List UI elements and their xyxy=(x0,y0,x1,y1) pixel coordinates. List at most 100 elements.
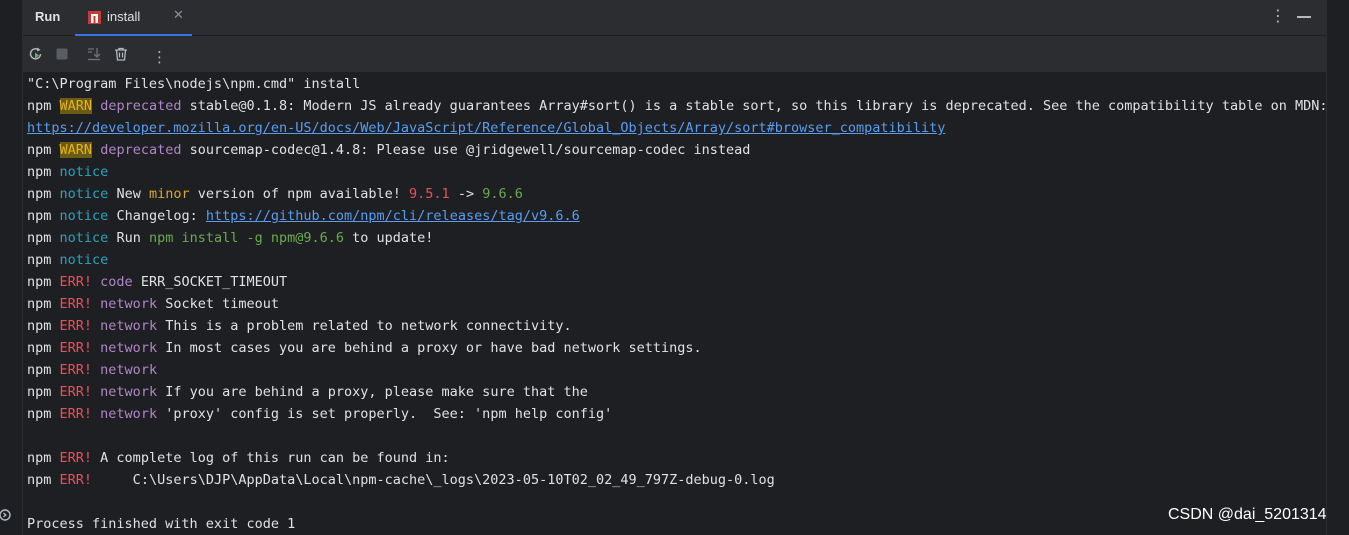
debug-console-icon[interactable] xyxy=(0,508,14,522)
err-tag: ERR! xyxy=(59,384,93,400)
npm-prefix: npm xyxy=(27,450,52,466)
npm-prefix: npm xyxy=(27,406,52,422)
arrow-text: -> xyxy=(449,186,483,202)
error-message: If you are behind a proxy, please make s… xyxy=(157,384,588,400)
notice-text: to update! xyxy=(344,230,434,246)
console-line: npm ERR! network If you are behind a pro… xyxy=(27,381,588,403)
npm-icon xyxy=(88,11,101,24)
deprecated-tag: deprecated xyxy=(100,142,182,158)
notice-text: New xyxy=(108,186,149,202)
tab-install[interactable]: install ✕ xyxy=(75,0,192,36)
error-message: 'proxy' config is set properly. See: 'np… xyxy=(157,406,613,422)
console-output[interactable]: "C:\Program Files\nodejs\npm.cmd" instal… xyxy=(23,72,1327,535)
error-message: In most cases you are behind a proxy or … xyxy=(157,340,702,356)
console-line: npm ERR! network This is a problem relat… xyxy=(27,315,572,337)
update-command: npm install -g npm@9.6.6 xyxy=(148,230,345,246)
network-label: network xyxy=(92,318,158,334)
code-label: code xyxy=(92,274,133,290)
warn-tag: WARN xyxy=(59,98,93,114)
console-line: npm ERR! code ERR_SOCKET_TIMEOUT xyxy=(27,271,287,293)
err-tag: ERR! xyxy=(59,362,93,378)
npm-prefix: npm xyxy=(27,142,52,158)
error-code: ERR_SOCKET_TIMEOUT xyxy=(132,274,288,290)
console-line: npm ERR! network In most cases you are b… xyxy=(27,337,702,359)
error-message: This is a problem related to network con… xyxy=(157,318,572,334)
console-line: "C:\Program Files\nodejs\npm.cmd" instal… xyxy=(27,73,360,95)
left-tool-strip xyxy=(0,0,23,535)
err-tag: ERR! xyxy=(59,450,93,466)
npm-prefix: npm xyxy=(27,296,52,312)
mdn-link[interactable]: https://developer.mozilla.org/en-US/docs… xyxy=(27,120,945,136)
npm-prefix: npm xyxy=(27,230,52,246)
warn-tag: WARN xyxy=(59,142,93,158)
log-path: C:\Users\DJP\AppData\Local\npm-cache\_lo… xyxy=(92,472,775,488)
new-version: 9.6.6 xyxy=(482,186,523,202)
notice-text: version of npm available! xyxy=(189,186,410,202)
err-tag: ERR! xyxy=(59,406,93,422)
network-label: network xyxy=(92,340,158,356)
more-icon[interactable]: ⋮ xyxy=(1270,6,1286,26)
run-tool-window: Run install ✕ ⋮ ⋮ "C:\Program Files\node… xyxy=(23,0,1327,535)
notice-tag: notice xyxy=(59,186,109,202)
console-line: npm notice xyxy=(27,161,108,183)
error-message: Socket timeout xyxy=(157,296,279,312)
notice-tag: notice xyxy=(59,208,109,224)
console-line: npm ERR! network 'proxy' config is set p… xyxy=(27,403,612,425)
notice-tag: notice xyxy=(59,230,109,246)
minimize-icon[interactable] xyxy=(1297,16,1311,18)
console-line: Process finished with exit code 1 xyxy=(27,513,295,535)
network-label: network xyxy=(92,362,158,378)
console-line: npm WARN deprecated stable@0.1.8: Modern… xyxy=(27,95,1327,117)
run-panel-title: Run xyxy=(35,9,61,24)
console-line: npm ERR! A complete log of this run can … xyxy=(27,447,450,469)
npm-prefix: npm xyxy=(27,472,52,488)
err-tag: ERR! xyxy=(59,296,93,312)
err-tag: ERR! xyxy=(59,318,93,334)
npm-prefix: npm xyxy=(27,340,52,356)
minor-label: minor xyxy=(148,186,190,202)
changelog-link[interactable]: https://github.com/npm/cli/releases/tag/… xyxy=(206,208,580,224)
console-line: npm WARN deprecated sourcemap-codec@1.4.… xyxy=(27,139,750,161)
rerun-icon[interactable] xyxy=(28,46,44,62)
close-icon[interactable]: ✕ xyxy=(173,8,184,23)
console-line: npm notice Run npm install -g npm@9.6.6 … xyxy=(27,227,433,249)
watermark: CSDN @dai_5201314 xyxy=(1168,506,1327,523)
console-line: npm notice New minor version of npm avai… xyxy=(27,183,523,205)
notice-tag: notice xyxy=(59,252,109,268)
right-tool-strip xyxy=(1326,0,1349,535)
console-line: npm ERR! C:\Users\DJP\AppData\Local\npm-… xyxy=(27,469,775,491)
console-line: https://developer.mozilla.org/en-US/docs… xyxy=(27,117,945,139)
changelog-label: Changelog: xyxy=(108,208,206,224)
command-text: "C:\Program Files\nodejs\npm.cmd" instal… xyxy=(27,76,361,92)
npm-prefix: npm xyxy=(27,186,52,202)
err-tag: ERR! xyxy=(59,340,93,356)
deprecated-tag: deprecated xyxy=(100,98,182,114)
npm-prefix: npm xyxy=(27,384,52,400)
run-toolbar: ⋮ xyxy=(23,37,1326,72)
network-label: network xyxy=(92,296,158,312)
tab-label: install xyxy=(107,9,141,24)
scroll-to-end-icon[interactable] xyxy=(86,46,102,62)
console-line: npm ERR! network Socket timeout xyxy=(27,293,279,315)
notice-text: Run xyxy=(108,230,149,246)
npm-prefix: npm xyxy=(27,252,52,268)
stop-icon[interactable] xyxy=(54,46,70,62)
npm-prefix: npm xyxy=(27,164,52,180)
network-label: network xyxy=(92,406,158,422)
npm-prefix: npm xyxy=(27,208,52,224)
npm-prefix: npm xyxy=(27,318,52,334)
clear-all-icon[interactable] xyxy=(113,46,129,62)
err-tag: ERR! xyxy=(59,472,93,488)
exit-message: Process finished with exit code 1 xyxy=(27,516,296,532)
console-line: npm notice Changelog: https://github.com… xyxy=(27,205,580,227)
more-icon[interactable]: ⋮ xyxy=(152,50,167,65)
console-line: npm notice xyxy=(27,249,108,271)
old-version: 9.5.1 xyxy=(409,186,450,202)
warn-message: sourcemap-codec@1.4.8: Please use @jridg… xyxy=(181,142,751,158)
npm-prefix: npm xyxy=(27,98,52,114)
log-message: A complete log of this run can be found … xyxy=(92,450,450,466)
warn-message: stable@0.1.8: Modern JS already guarante… xyxy=(181,98,1328,114)
network-label: network xyxy=(92,384,158,400)
npm-prefix: npm xyxy=(27,362,52,378)
notice-tag: notice xyxy=(59,164,109,180)
